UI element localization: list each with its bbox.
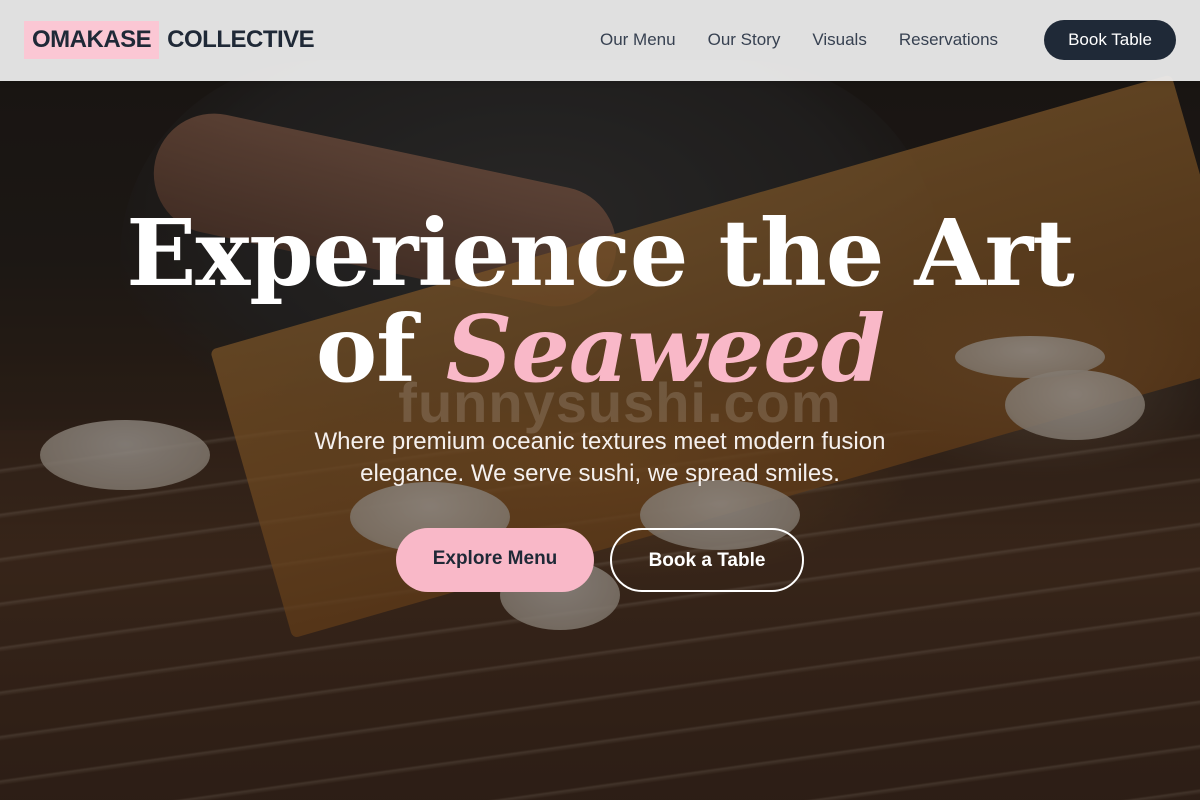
book-table-button[interactable]: Book Table — [1044, 20, 1176, 60]
brand-name-rest: COLLECTIVE — [167, 26, 315, 53]
explore-menu-button[interactable]: Explore Menu — [396, 528, 594, 592]
book-a-table-button[interactable]: Book a Table — [610, 528, 804, 592]
nav-link-our-story[interactable]: Our Story — [708, 30, 781, 50]
nav-link-our-menu[interactable]: Our Menu — [600, 30, 676, 50]
brand-logo[interactable]: OMAKASE COLLECTIVE — [24, 21, 315, 59]
headline-accent-word: Seaweed — [445, 295, 885, 403]
nav-link-reservations[interactable]: Reservations — [899, 30, 998, 50]
brand-name-highlight: OMAKASE — [24, 21, 160, 59]
nav-link-visuals[interactable]: Visuals — [812, 30, 867, 50]
headline-line2-prefix: of — [315, 295, 416, 403]
nav-links: Our Menu Our Story Visuals Reservations — [600, 30, 1030, 50]
headline-line1: Experience the Art — [126, 199, 1075, 307]
hero-subtitle: Where premium oceanic textures meet mode… — [314, 428, 886, 487]
navbar: OMAKASE COLLECTIVE Our Menu Our Story Vi… — [0, 0, 1200, 81]
hero-headline: Experience the Art of Seaweed — [0, 205, 1200, 397]
